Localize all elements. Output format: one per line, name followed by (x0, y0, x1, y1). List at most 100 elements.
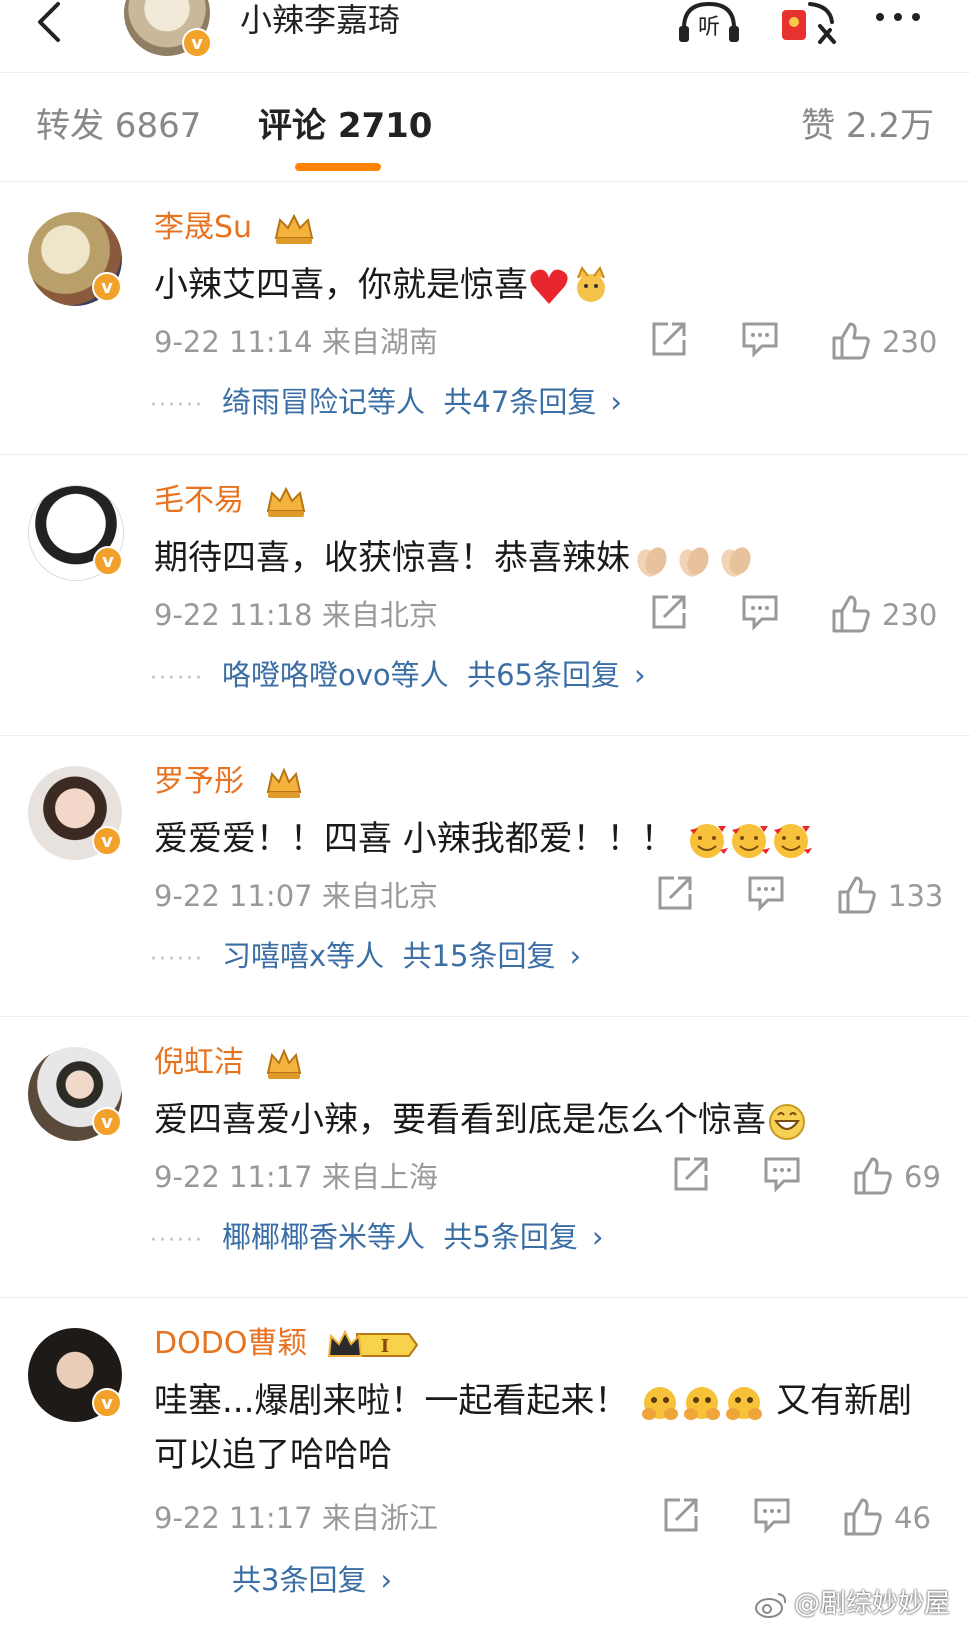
like-thumb-icon[interactable] (842, 1496, 882, 1536)
verified-badge-icon: v (93, 546, 123, 576)
verified-badge-icon: v (92, 272, 122, 302)
comment-text: 哇塞...爆剧来啦！一起看起来！ 又有新剧可以追了哈哈哈 (154, 1374, 924, 1482)
tab-bar: 转发 6867 评论 2710 赞 2.2万 (0, 73, 970, 182)
reply-count: 共47条回复 (443, 385, 597, 419)
like-count: 133 (888, 879, 944, 913)
tab-like[interactable]: 赞 2.2万 (801, 101, 934, 151)
verified-badge-icon: v (92, 826, 122, 856)
comment-icon[interactable] (746, 874, 786, 912)
verified-badge-icon: v (92, 1107, 122, 1137)
comment-icon[interactable] (752, 1496, 792, 1534)
reply-count: 共65条回复 (467, 658, 620, 692)
comment-text-content: 期待四喜，收获惊喜！恭喜辣妹 (154, 538, 630, 578)
comment-list: v 李晟Su 小辣艾四喜，你就是惊喜 9-22 11:14 来自湖南 230 ·… (0, 182, 970, 1628)
author-avatar[interactable]: v (124, 0, 212, 58)
crown-badge-icon (274, 213, 313, 244)
comment-text: 爱四喜爱小辣，要看看到底是怎么个惊喜 (154, 1093, 944, 1147)
reply-dots: ······ (150, 393, 204, 418)
comment-meta: 9-22 11:17 来自浙江 (154, 1501, 438, 1535)
comment-icon[interactable] (762, 1155, 802, 1193)
member-level-badge-icon: I (327, 1329, 419, 1357)
comment-actions: 230 (650, 593, 940, 637)
smiling-face-hearts-icon (773, 823, 812, 858)
reply-users: 绮雨冒险记等人 (221, 385, 425, 419)
avatar[interactable]: v (28, 766, 122, 860)
share-icon[interactable] (662, 1496, 700, 1534)
comment-meta: 9-22 11:07 来自北京 (154, 879, 438, 913)
comment-author-row: DODO曹颖 I (154, 1324, 419, 1364)
reply-count: 共5条回复 (443, 1220, 578, 1254)
comment-meta: 9-22 11:17 来自上海 (154, 1160, 438, 1194)
face-holding-back-tears-icon (684, 1386, 721, 1420)
comment-actions: 133 (656, 874, 944, 918)
face-holding-back-tears-icon (642, 1386, 679, 1420)
comment-text: 小辣艾四喜，你就是惊喜 (154, 258, 944, 312)
red-packet-icon[interactable] (780, 0, 838, 44)
crown-badge-icon (266, 1047, 301, 1079)
reply-summary[interactable]: 共3条回复 › (232, 1560, 392, 1600)
watermark-text: @剧综妙妙屋 (793, 1589, 950, 1619)
comment-actions: 46 (662, 1496, 940, 1540)
like-count: 46 (894, 1501, 931, 1535)
like-thumb-icon[interactable] (830, 593, 870, 633)
reply-summary[interactable]: ······ 绮雨冒险记等人 共47条回复 › (150, 382, 622, 426)
comment-icon[interactable] (740, 320, 780, 358)
reply-users: 咯噔咯噔ovo等人 (221, 658, 449, 692)
avatar[interactable]: v (28, 1328, 122, 1422)
reply-dots: ······ (150, 666, 204, 691)
listen-label: 听 (698, 15, 720, 40)
share-icon[interactable] (650, 320, 688, 358)
weibo-logo-icon (754, 1592, 787, 1618)
like-count: 69 (904, 1160, 941, 1194)
like-thumb-icon[interactable] (836, 874, 876, 914)
share-icon[interactable] (672, 1155, 710, 1193)
chevron-right-icon: › (610, 385, 622, 419)
smiling-face-hearts-icon (731, 823, 770, 858)
comment-meta: 9-22 11:14 来自湖南 (154, 325, 438, 359)
page-title[interactable]: 小辣李嘉琦 (240, 0, 400, 40)
share-icon[interactable] (656, 874, 694, 912)
like-count: 230 (882, 325, 938, 359)
comment-author[interactable]: 李晟Su (154, 210, 252, 245)
reply-summary[interactable]: ······ 习嘻嘻x等人 共15条回复 › (150, 936, 581, 980)
comment-author-row: 李晟Su (154, 208, 316, 248)
comment-author[interactable]: DODO曹颖 (154, 1326, 307, 1361)
share-icon[interactable] (650, 593, 688, 631)
like-thumb-icon[interactable] (830, 320, 870, 360)
tab-forward[interactable]: 转发 6867 (36, 101, 201, 151)
more-options-icon[interactable] (876, 6, 936, 30)
clapping-hands-icon (679, 546, 709, 577)
comment-author[interactable]: 毛不易 (154, 483, 244, 518)
comment-icon[interactable] (740, 593, 780, 631)
comment-author[interactable]: 倪虹洁 (154, 1045, 244, 1080)
back-arrow-icon[interactable] (30, 0, 70, 50)
reply-summary[interactable]: ······ 咯噔咯噔ovo等人 共65条回复 › (150, 655, 646, 699)
comment-author-row: 毛不易 (154, 481, 308, 521)
comment-author[interactable]: 罗予彤 (154, 764, 244, 799)
comment-text-content: 爱爱爱！！四喜 小辣我都爱！！！ (154, 819, 675, 859)
comment-item: v 倪虹洁 爱四喜爱小辣，要看看到底是怎么个惊喜 9-22 11:17 来自上海… (0, 1017, 970, 1298)
clapping-hands-icon (721, 546, 751, 577)
verified-badge-icon: v (182, 28, 212, 58)
reply-users: 习嘻嘻x等人 (221, 939, 385, 973)
listen-headphones-icon[interactable]: 听 (676, 0, 742, 44)
comment-text: 爱爱爱！！四喜 小辣我都爱！！！ (154, 812, 944, 866)
svg-text:I: I (381, 1336, 389, 1357)
top-bar: v 小辣李嘉琦 听 (0, 0, 970, 73)
comment-meta: 9-22 11:18 来自北京 (154, 598, 438, 632)
cat-emoji-icon (577, 265, 605, 302)
comment-author-row: 罗予彤 (154, 762, 304, 802)
like-thumb-icon[interactable] (852, 1155, 892, 1195)
comment-text-content: 哇塞...爆剧来啦！一起看起来！ (154, 1381, 629, 1421)
avatar[interactable]: v (28, 1047, 122, 1141)
active-tab-indicator (295, 163, 381, 171)
avatar[interactable]: v (28, 212, 122, 306)
comment-item: v 李晟Su 小辣艾四喜，你就是惊喜 9-22 11:14 来自湖南 230 ·… (0, 182, 970, 455)
reply-summary[interactable]: ······ 椰椰椰香米等人 共5条回复 › (150, 1217, 603, 1261)
reply-dots: ······ (150, 947, 204, 972)
avatar[interactable]: v (28, 485, 124, 581)
chevron-right-icon: › (591, 1220, 604, 1254)
reply-users: 椰椰椰香米等人 (221, 1220, 425, 1254)
face-holding-back-tears-icon (726, 1386, 763, 1420)
tab-comment[interactable]: 评论 2710 (258, 101, 432, 151)
